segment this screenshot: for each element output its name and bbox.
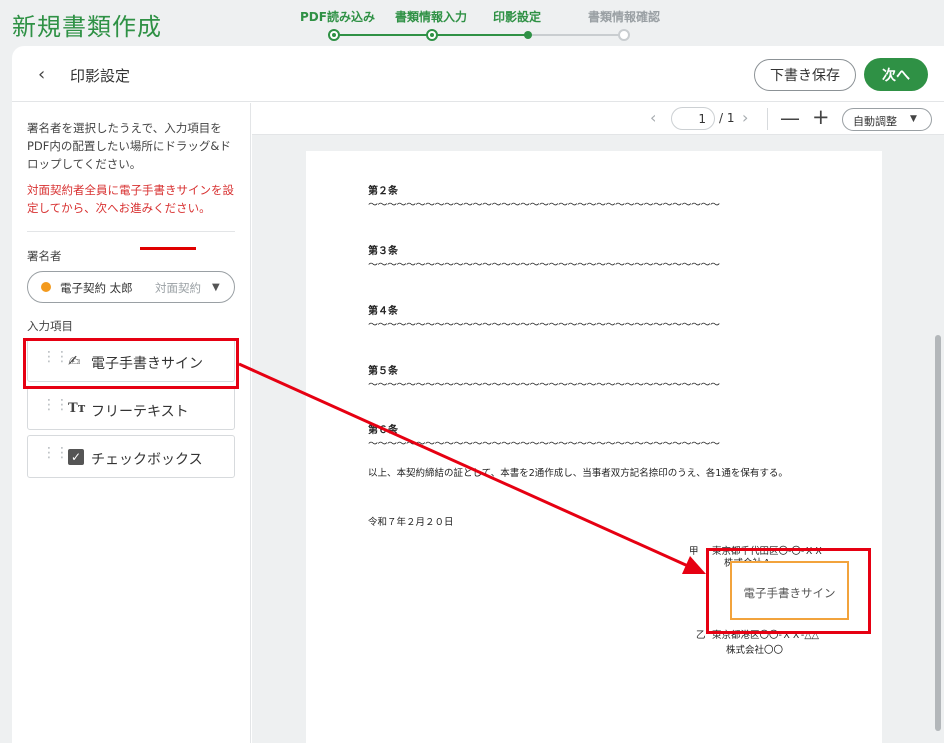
contract-date: 令和７年２月２０日	[368, 517, 454, 528]
scrollbar-thumb[interactable]	[935, 335, 941, 731]
step-dot-done	[426, 29, 438, 41]
closing-text: 以上、本契約締結の証として、本書を2通作成し、当事者双方記名捺印のうえ、各1通を…	[368, 468, 788, 479]
pdf-viewer: ‹ / 1 › — + 自動調整 ▼ 第２条 〜〜〜〜〜〜〜〜〜〜〜〜〜〜〜〜〜…	[252, 103, 944, 743]
signer-tag: 対面契約	[155, 281, 201, 295]
stepper-line-todo	[527, 34, 623, 36]
party-a-label: 甲	[689, 546, 699, 557]
article-body: 〜〜〜〜〜〜〜〜〜〜〜〜〜〜〜〜〜〜〜〜〜〜〜〜〜〜〜〜〜〜〜〜〜〜〜〜〜	[368, 320, 720, 331]
signer-color-dot	[41, 282, 51, 292]
text-tt-icon: Tт	[68, 401, 86, 416]
annotation-underline	[140, 247, 196, 250]
chevron-right-icon[interactable]: ›	[742, 108, 748, 127]
next-button[interactable]: 次へ	[864, 58, 928, 91]
field-label: フリーテキスト	[91, 404, 189, 420]
save-draft-button[interactable]: 下書き保存	[754, 59, 856, 91]
article-body: 〜〜〜〜〜〜〜〜〜〜〜〜〜〜〜〜〜〜〜〜〜〜〜〜〜〜〜〜〜〜〜〜〜〜〜〜〜	[368, 200, 720, 211]
step-dot-todo	[618, 29, 630, 41]
party-b-company: 株式会社〇〇	[726, 645, 784, 656]
article-heading: 第３条	[368, 246, 398, 257]
annotation-highlight-box	[706, 548, 871, 634]
step-seal-settings: 印影設定	[493, 10, 542, 24]
zoom-in-icon[interactable]: +	[812, 105, 830, 129]
drag-handle-icon[interactable]: ⋮⋮	[42, 398, 69, 412]
article-heading: 第４条	[368, 306, 398, 317]
article-body: 〜〜〜〜〜〜〜〜〜〜〜〜〜〜〜〜〜〜〜〜〜〜〜〜〜〜〜〜〜〜〜〜〜〜〜〜〜	[368, 260, 720, 271]
warning-text: 対面契約者全員に電子手書きサインを設定してから、次へお進みください。	[27, 183, 234, 215]
field-item-free-text[interactable]: ⋮⋮ Tт フリーテキスト	[27, 387, 235, 430]
field-item-checkbox[interactable]: ⋮⋮ ✓ チェックボックス	[27, 435, 235, 478]
step-pdf-import: PDF読み込み	[300, 10, 375, 24]
fields-section-label: 入力項目	[27, 319, 73, 333]
viewer-toolbar: ‹ / 1 › — + 自動調整 ▼	[252, 103, 944, 135]
page-number-input[interactable]	[671, 107, 715, 130]
article-body: 〜〜〜〜〜〜〜〜〜〜〜〜〜〜〜〜〜〜〜〜〜〜〜〜〜〜〜〜〜〜〜〜〜〜〜〜〜	[368, 439, 720, 450]
checkbox-icon: ✓	[68, 449, 84, 465]
zoom-out-icon[interactable]: —	[780, 106, 800, 130]
page-title: 印影設定	[70, 67, 131, 85]
step-document-info: 書類情報入力	[395, 10, 468, 24]
step-dot-done	[328, 29, 340, 41]
instruction-text: 署名者を選択したうえで、入力項目をPDF内の配置したい場所にドラッグ&ドロップし…	[27, 121, 231, 171]
main-panel: ‹ 印影設定 下書き保存 次へ 署名者を選択したうえで、入力項目をPDF内の配置…	[12, 46, 944, 743]
chevron-left-icon[interactable]: ‹	[650, 108, 656, 127]
zoom-select[interactable]: 自動調整 ▼	[842, 108, 932, 131]
article-body: 〜〜〜〜〜〜〜〜〜〜〜〜〜〜〜〜〜〜〜〜〜〜〜〜〜〜〜〜〜〜〜〜〜〜〜〜〜	[368, 380, 720, 391]
page-total: / 1	[719, 111, 735, 125]
article-heading: 第５条	[368, 366, 398, 377]
article-heading: 第２条	[368, 186, 398, 197]
signer-section-label: 署名者	[27, 249, 62, 263]
toolbar-divider	[767, 108, 768, 130]
progress-stepper: PDF読み込み 書類情報入力 印影設定 書類情報確認	[295, 8, 695, 41]
article-heading: 第６条	[368, 425, 398, 436]
chevron-left-icon[interactable]: ‹	[38, 64, 45, 85]
step-confirm: 書類情報確認	[588, 10, 661, 24]
app-title: 新規書類作成	[12, 13, 162, 41]
field-label: チェックボックス	[91, 452, 203, 468]
drag-handle-icon[interactable]: ⋮⋮	[42, 446, 69, 460]
signer-select[interactable]: 電子契約 太郎 対面契約 ▼	[27, 271, 235, 303]
caret-down-icon: ▼	[212, 282, 220, 293]
annotation-highlight-box	[23, 338, 239, 389]
pdf-page: 第２条 〜〜〜〜〜〜〜〜〜〜〜〜〜〜〜〜〜〜〜〜〜〜〜〜〜〜〜〜〜〜〜〜〜〜〜〜…	[306, 151, 882, 743]
sidebar: 署名者を選択したうえで、入力項目をPDF内の配置したい場所にドラッグ&ドロップし…	[12, 103, 251, 743]
step-dot-current	[524, 31, 532, 39]
caret-down-icon: ▼	[910, 114, 917, 124]
page-header: ‹ 印影設定 下書き保存 次へ	[12, 46, 944, 102]
divider	[27, 231, 235, 232]
zoom-label: 自動調整	[853, 115, 897, 128]
scrollbar[interactable]	[935, 143, 941, 743]
party-b-label: 乙	[696, 630, 706, 641]
signer-name: 電子契約 太郎	[60, 281, 133, 295]
